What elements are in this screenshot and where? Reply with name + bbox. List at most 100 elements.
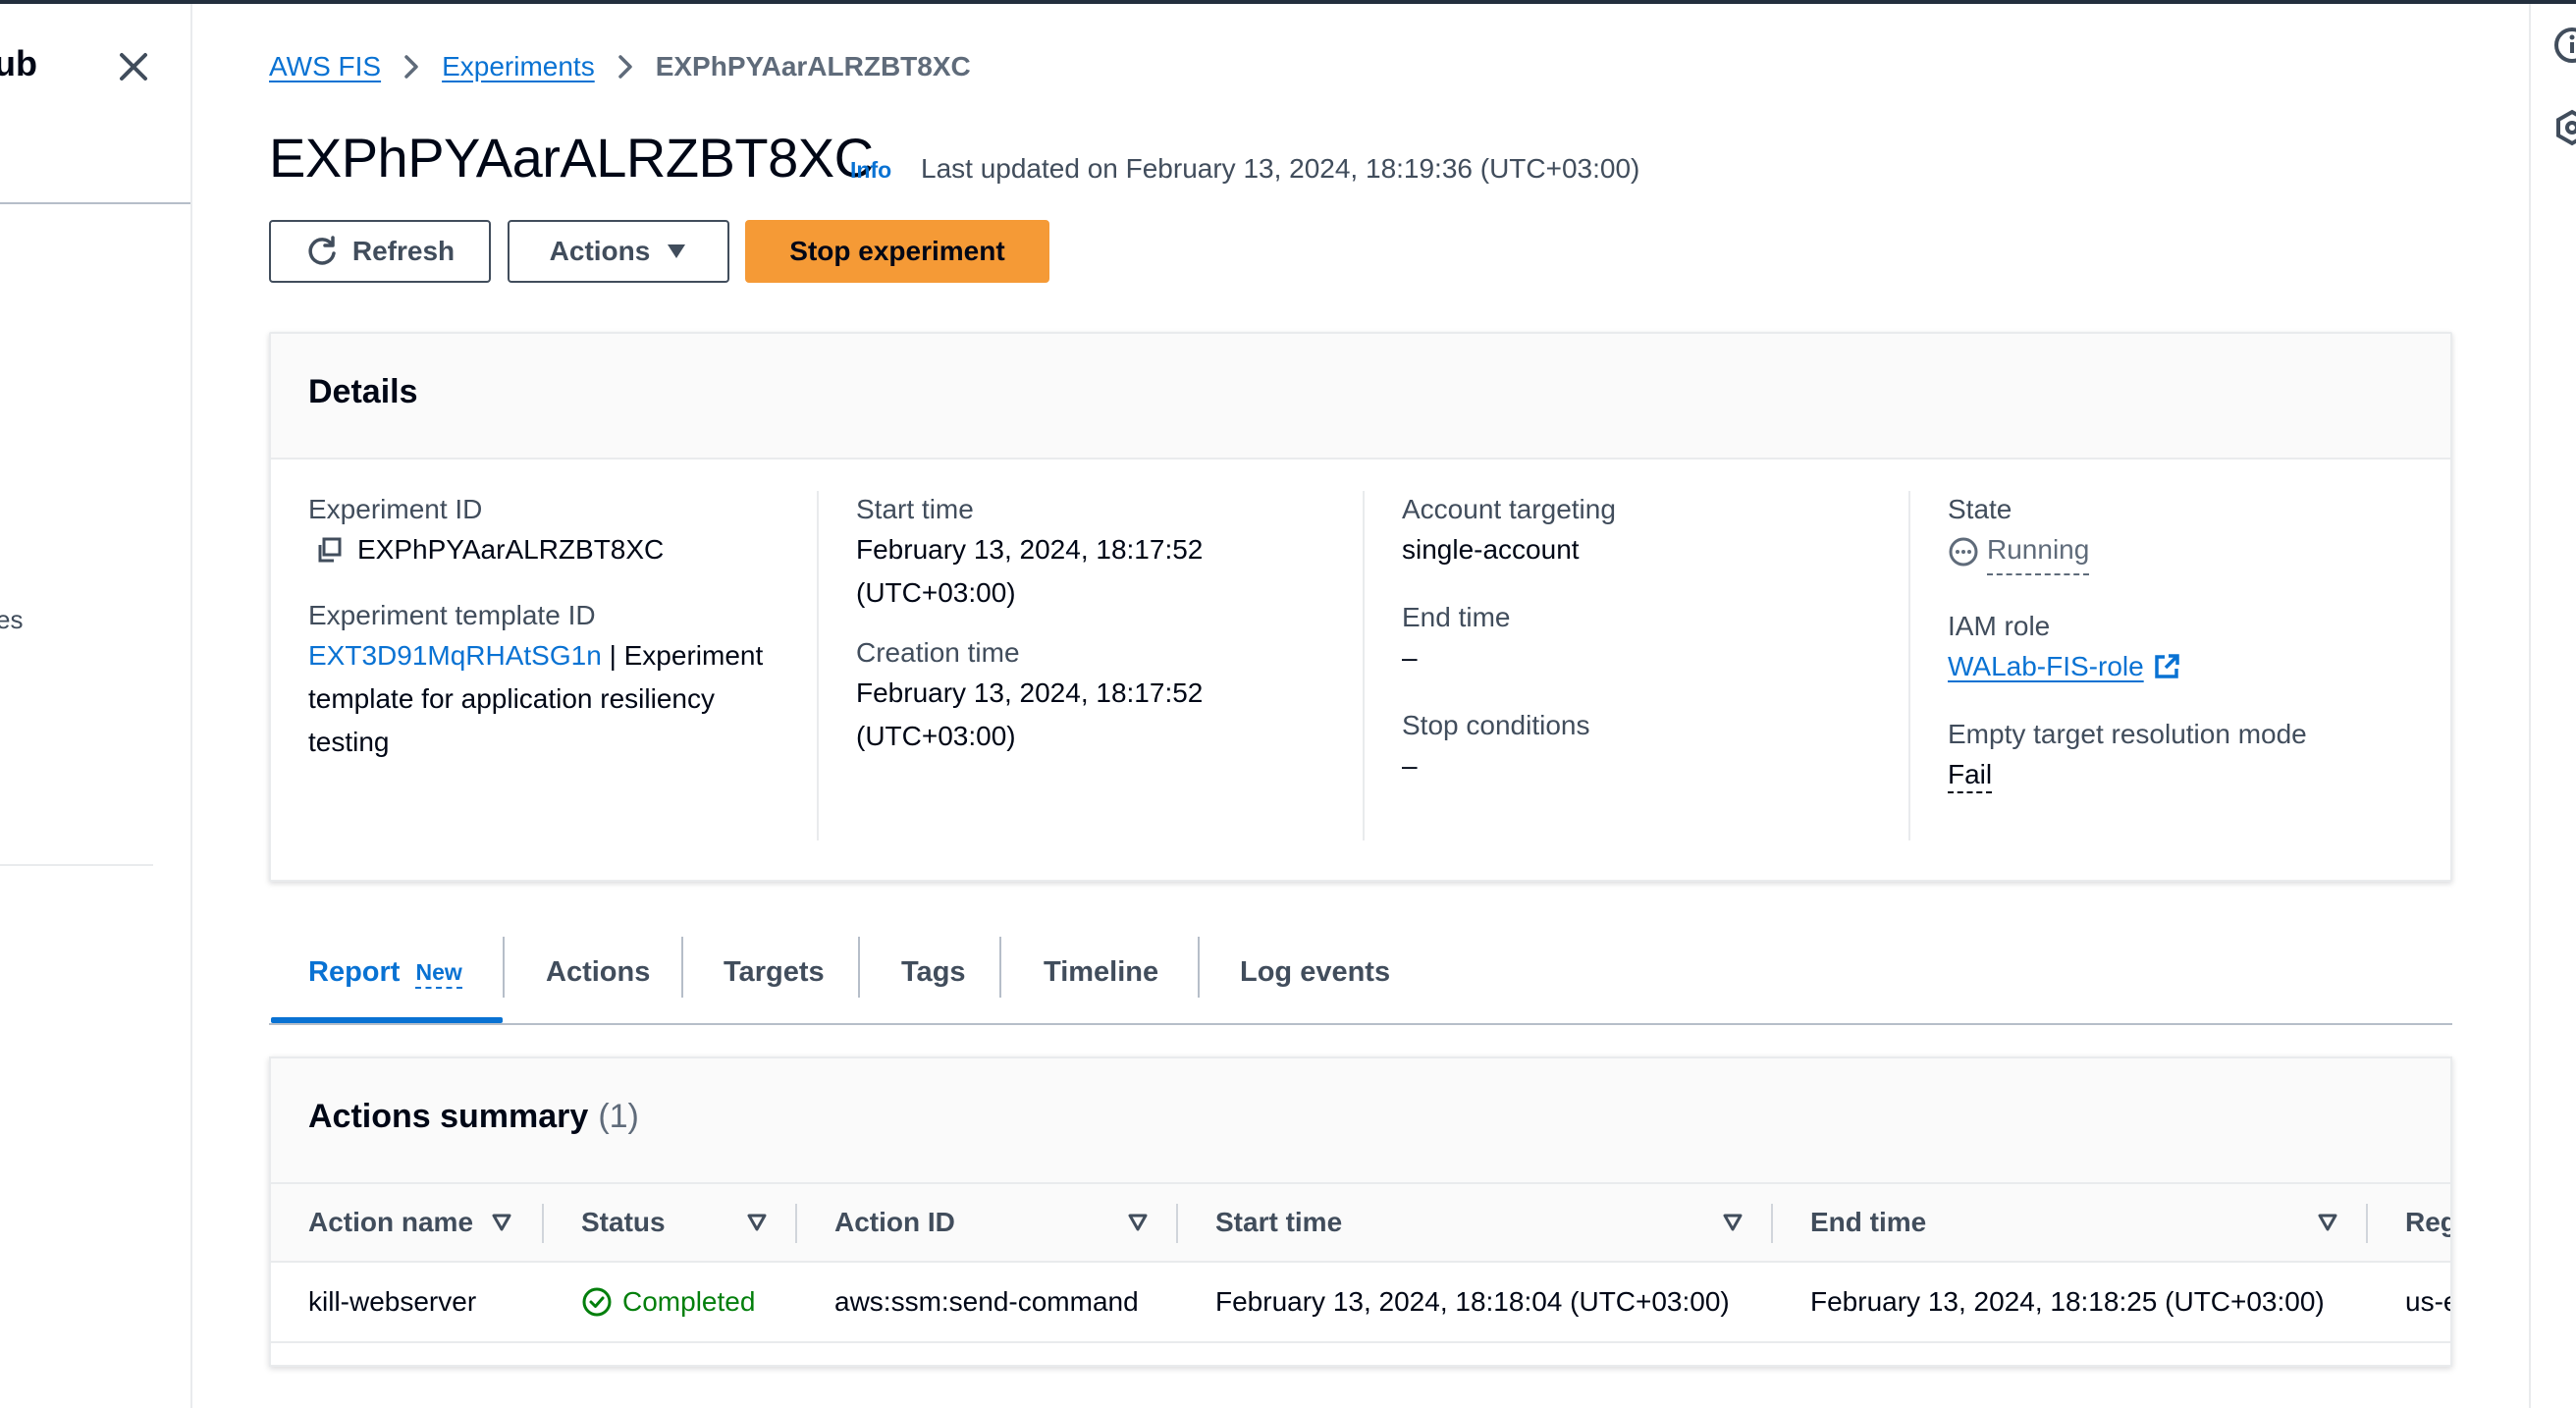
cell-status: Completed [581, 1263, 755, 1341]
info-icon[interactable] [2552, 26, 2576, 65]
tab-divider [999, 937, 1001, 998]
cell-region: us-e [2405, 1286, 2450, 1317]
copy-icon[interactable] [314, 535, 344, 565]
state-value: Running [1987, 528, 2090, 575]
column-header-region[interactable]: Reg [2405, 1184, 2450, 1261]
nav-item[interactable]: es [0, 605, 23, 635]
creation-time-label: Creation time [856, 637, 1020, 668]
tab-divider [858, 937, 860, 998]
column-header-start-time[interactable]: Start time [1215, 1184, 1342, 1261]
pending-icon [1949, 537, 1978, 567]
column-header-end-time[interactable]: End time [1810, 1184, 1926, 1261]
actions-summary-header: Actions summary (1) [271, 1058, 2450, 1184]
start-time-line2: (UTC+03:00) [856, 577, 1016, 608]
actions-dropdown-button[interactable]: Actions [508, 220, 729, 283]
template-id-row: EXT3D91MqRHAtSG1n | Experiment [308, 634, 779, 677]
actions-summary-title: Actions summary (1) [308, 1098, 639, 1136]
tools-rail [2529, 4, 2576, 1408]
refresh-label: Refresh [351, 236, 456, 266]
breadcrumb: AWS FIS Experiments EXPhPYAarALRZBT8XC [269, 47, 971, 86]
sort-icon[interactable] [746, 1212, 768, 1233]
end-time-label: End time [1402, 602, 1511, 632]
top-border [0, 0, 2576, 4]
template-id-label: Experiment template ID [308, 600, 596, 630]
column-divider [2366, 1204, 2368, 1243]
iam-role-link[interactable]: WALab-FIS-role [1948, 645, 2144, 688]
sort-icon[interactable] [1722, 1212, 1744, 1233]
table-header: Action name Status Action ID Start time … [271, 1184, 2450, 1263]
end-time-value: – [1402, 642, 1418, 673]
tab-timeline[interactable]: Timeline [1044, 923, 1158, 1021]
tab-actions[interactable]: Actions [546, 923, 650, 1021]
chevron-right-icon [404, 55, 418, 79]
external-link-icon[interactable] [2152, 652, 2181, 681]
info-link[interactable]: Info [850, 157, 891, 184]
tab-report-label: Report [308, 955, 401, 988]
sort-icon[interactable] [2317, 1212, 2338, 1233]
page-title: EXPhPYAarALRZBT8XC [269, 127, 874, 189]
template-id-link[interactable]: EXT3D91MqRHAtSG1n [308, 640, 602, 671]
column-divider [1176, 1204, 1178, 1243]
template-desc-line3: testing [308, 727, 390, 757]
sort-icon[interactable] [491, 1212, 512, 1233]
actions-summary-title-text: Actions summary [308, 1098, 589, 1135]
details-header: Details [271, 334, 2450, 460]
refresh-button[interactable]: Refresh [269, 220, 491, 283]
status-badge: Running [1948, 528, 2090, 575]
details-column-3: Account targeting single-account End tim… [1402, 491, 1873, 787]
cell-action-name: kill-webserver [308, 1286, 477, 1317]
gear-icon[interactable] [2552, 108, 2576, 147]
chevron-right-icon [617, 55, 632, 79]
template-desc-line1: | Experiment [609, 640, 764, 671]
actions-label: Actions [549, 236, 651, 266]
actions-summary-count: (1) [598, 1098, 639, 1135]
breadcrumb-aws-fis[interactable]: AWS FIS [269, 51, 381, 82]
cell-end-time: February 13, 2024, 18:18:25 (UTC+03:00) [1810, 1286, 2325, 1317]
account-targeting-label: Account targeting [1402, 494, 1616, 524]
experiment-id-label: Experiment ID [308, 494, 483, 524]
nav-title: ub [0, 43, 37, 83]
column-divider [817, 491, 819, 840]
table-row[interactable]: kill-webserver Completed aws:ssm:send-co… [271, 1263, 2450, 1343]
iam-role-row: WALab-FIS-role [1948, 645, 2419, 688]
active-tab-indicator [271, 1017, 503, 1023]
tab-tags[interactable]: Tags [901, 923, 966, 1021]
details-title: Details [308, 373, 418, 410]
tab-report[interactable]: Report New [308, 923, 462, 1021]
stop-conditions-label: Stop conditions [1402, 710, 1590, 740]
tab-list: Report New Actions Targets Tags Timeline… [269, 923, 2452, 1025]
empty-target-value: Fail [1948, 759, 1993, 793]
tab-targets[interactable]: Targets [724, 923, 825, 1021]
actions-summary-container: Actions summary (1) Action name Status Ac… [269, 1056, 2452, 1367]
start-time-line1: February 13, 2024, 18:17:52 [856, 534, 1204, 565]
column-divider [795, 1204, 797, 1243]
nav-divider [0, 864, 153, 866]
cell-start-time: February 13, 2024, 18:18:04 (UTC+03:00) [1215, 1286, 1730, 1317]
new-badge: New [415, 959, 462, 989]
sort-icon[interactable] [1127, 1212, 1149, 1233]
breadcrumb-current: EXPhPYAarALRZBT8XC [655, 51, 971, 81]
tab-divider [681, 937, 683, 998]
creation-time-line2: (UTC+03:00) [856, 721, 1016, 751]
last-updated-text: Last updated on February 13, 2024, 18:19… [921, 153, 1640, 184]
experiment-id-row: EXPhPYAarALRZBT8XC [308, 528, 779, 571]
iam-role-label: IAM role [1948, 611, 2051, 641]
experiment-id-value: EXPhPYAarALRZBT8XC [357, 534, 665, 565]
stop-experiment-button[interactable]: Stop experiment [745, 220, 1049, 283]
column-divider [1363, 491, 1365, 840]
column-header-action-name[interactable]: Action name [308, 1184, 473, 1261]
column-header-action-id[interactable]: Action ID [834, 1184, 955, 1261]
column-header-status[interactable]: Status [581, 1184, 666, 1261]
details-column-4: State Running IAM role WALab-FIS-role Em… [1948, 491, 2419, 796]
tab-log-events[interactable]: Log events [1240, 923, 1390, 1021]
start-time-label: Start time [856, 494, 974, 524]
tab-divider [503, 937, 505, 998]
close-icon[interactable] [116, 49, 151, 84]
template-desc-line2: template for application resiliency [308, 683, 715, 714]
creation-time-line1: February 13, 2024, 18:17:52 [856, 677, 1204, 708]
side-navigation: ub es [0, 4, 192, 1408]
breadcrumb-experiments[interactable]: Experiments [442, 51, 595, 82]
details-column-1: Experiment ID EXPhPYAarALRZBT8XC Experim… [308, 491, 779, 764]
tab-divider [1198, 937, 1200, 998]
column-divider [1771, 1204, 1773, 1243]
